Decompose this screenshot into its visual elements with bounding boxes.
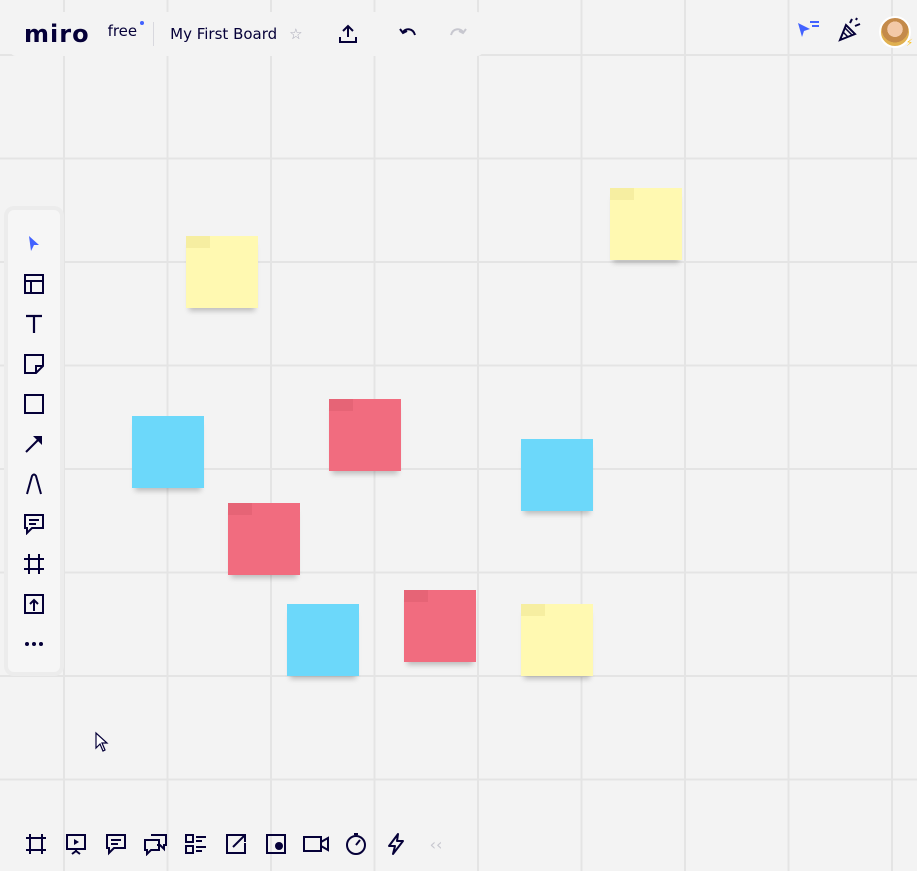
select-tool[interactable] bbox=[18, 228, 50, 260]
comment-tool[interactable] bbox=[18, 508, 50, 540]
timer-button[interactable] bbox=[336, 826, 376, 862]
upload-icon bbox=[24, 594, 44, 614]
mouse-pointer-icon bbox=[95, 731, 109, 752]
cursor-icon bbox=[29, 236, 39, 251]
card-list-icon bbox=[185, 834, 206, 854]
upload-icon bbox=[338, 24, 357, 43]
sticky-note[interactable] bbox=[132, 416, 204, 488]
plan-label: free bbox=[107, 22, 138, 40]
more-tools-button[interactable] bbox=[18, 628, 50, 660]
comment-icon bbox=[106, 834, 126, 856]
sticky-fold bbox=[521, 604, 545, 616]
cursor-list-icon bbox=[798, 21, 819, 37]
video-camera-icon bbox=[303, 836, 329, 852]
top-right-controls: ⚡ bbox=[795, 16, 913, 49]
party-popper-icon bbox=[838, 17, 861, 42]
sticky-fold bbox=[404, 590, 428, 602]
comment-icon bbox=[24, 514, 44, 535]
upload-tool[interactable] bbox=[18, 588, 50, 620]
arrow-tool[interactable] bbox=[18, 428, 50, 460]
voting-button[interactable] bbox=[376, 826, 416, 862]
miro-logo[interactable]: miro bbox=[24, 20, 90, 48]
sticky-fold bbox=[228, 503, 252, 515]
text-tool[interactable] bbox=[18, 308, 50, 340]
timer-icon bbox=[346, 833, 366, 855]
sticky-note[interactable] bbox=[228, 503, 300, 575]
pen-icon bbox=[26, 473, 42, 495]
frame-tool[interactable] bbox=[18, 548, 50, 580]
sticky-note-tool[interactable] bbox=[18, 348, 50, 380]
celebrate-button[interactable] bbox=[837, 17, 863, 47]
undo-button[interactable] bbox=[393, 19, 423, 49]
share-button[interactable] bbox=[333, 19, 363, 49]
creation-toolbar-panel bbox=[8, 210, 60, 672]
sticky-note[interactable] bbox=[186, 236, 258, 308]
redo-button[interactable] bbox=[443, 19, 473, 49]
divider bbox=[153, 22, 155, 46]
template-icon bbox=[24, 274, 44, 294]
video-call-button[interactable] bbox=[296, 826, 336, 862]
text-icon bbox=[26, 314, 42, 333]
arrow-icon bbox=[25, 436, 42, 453]
sticky-note[interactable] bbox=[329, 399, 401, 471]
creation-toolbar bbox=[4, 206, 64, 676]
sticky-note[interactable] bbox=[610, 188, 682, 260]
sticky-note[interactable] bbox=[521, 604, 593, 676]
sticky-note[interactable] bbox=[521, 439, 593, 511]
templates-tool[interactable] bbox=[18, 268, 50, 300]
top-bar: miro free My First Board ☆ bbox=[10, 12, 483, 56]
collapse-label: ‹‹ bbox=[429, 834, 443, 854]
square-icon bbox=[24, 394, 44, 414]
chat-icon bbox=[144, 834, 167, 856]
plan-dot bbox=[140, 21, 145, 25]
sticky-note-icon bbox=[24, 354, 44, 374]
sticky-fold bbox=[186, 236, 210, 248]
screen-record-button[interactable] bbox=[256, 826, 296, 862]
collapse-toolbar-button[interactable]: ‹‹ bbox=[416, 826, 456, 862]
sticky-fold bbox=[329, 399, 353, 411]
presentation-icon bbox=[66, 834, 86, 855]
frame-icon bbox=[24, 554, 44, 574]
undo-icon bbox=[398, 28, 416, 36]
user-avatar[interactable]: ⚡ bbox=[879, 16, 913, 49]
plan-badge[interactable]: free bbox=[107, 21, 145, 40]
sticky-note[interactable] bbox=[404, 590, 476, 662]
presentation-button[interactable] bbox=[56, 826, 96, 862]
sticky-fold bbox=[610, 188, 634, 200]
cursor-list-button[interactable] bbox=[795, 19, 821, 45]
star-icon[interactable]: ☆ bbox=[289, 25, 302, 43]
lightning-badge-icon: ⚡ bbox=[905, 38, 913, 49]
collaboration-toolbar: ‹‹ bbox=[16, 826, 456, 862]
more-horizontal-icon bbox=[25, 642, 43, 646]
comments-button[interactable] bbox=[96, 826, 136, 862]
lightning-icon bbox=[388, 833, 404, 855]
board-title[interactable]: My First Board bbox=[170, 25, 277, 43]
share-screen-button[interactable] bbox=[216, 826, 256, 862]
frame-icon bbox=[26, 834, 46, 854]
chat-button[interactable] bbox=[136, 826, 176, 862]
shape-tool[interactable] bbox=[18, 388, 50, 420]
sticky-note[interactable] bbox=[287, 604, 359, 676]
screen-record-icon bbox=[266, 834, 286, 854]
pen-tool[interactable] bbox=[18, 468, 50, 500]
frames-button[interactable] bbox=[16, 826, 56, 862]
card-list-button[interactable] bbox=[176, 826, 216, 862]
external-link-icon bbox=[226, 834, 246, 854]
redo-icon bbox=[449, 28, 467, 36]
